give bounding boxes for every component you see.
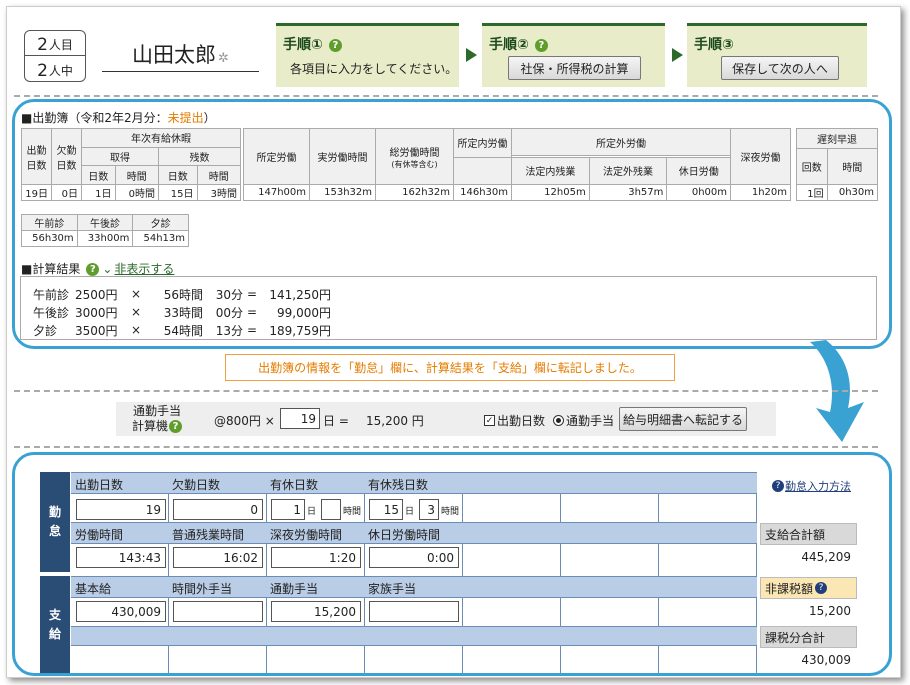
divider — [14, 390, 878, 392]
workdays-checkbox-label: 出勤日数 — [497, 414, 546, 428]
commute-result: 15,200 円 — [366, 414, 424, 428]
curved-arrow-icon — [810, 340, 864, 442]
employee-counter: 2 人目 2 人中 — [24, 30, 86, 82]
transfer-to-payslip-button[interactable]: 給与明細書へ転記する — [619, 407, 747, 431]
counter-total-unit: 人中 — [48, 64, 73, 78]
help-icon[interactable]: ? — [328, 39, 342, 52]
commute-label-line1: 通勤手当 — [133, 404, 182, 418]
help-icon[interactable]: ? — [534, 39, 548, 52]
commute-rate: @800円 × — [214, 414, 275, 428]
step-1-text: 各項目に入力をしてください。 — [290, 62, 458, 76]
step-2: 手順②? 社保・所得税の計算 — [482, 23, 665, 87]
step-1: 手順①? 各項目に入力をしてください。 — [276, 23, 459, 87]
help-icon[interactable]: ? — [169, 420, 183, 433]
commute-days-input[interactable]: 19 — [280, 408, 320, 429]
step-2-title: 手順② — [489, 37, 529, 53]
counter-current: 2 — [37, 35, 48, 55]
commute-radio[interactable] — [553, 415, 564, 426]
step-3: 手順③ 保存して次の人へ — [687, 23, 867, 87]
highlight-attendance — [12, 99, 892, 349]
highlight-payroll — [12, 452, 892, 676]
commute-label: 通勤手当 計算機? — [132, 404, 183, 434]
employee-name-text: 山田太郎 — [132, 43, 217, 67]
divider — [14, 95, 878, 97]
calc-insurance-tax-button[interactable]: 社保・所得税の計算 — [508, 56, 641, 80]
commute-calculator: 通勤手当 計算機? @800円 × 19 日 = 15,200 円 ✓ 出勤日数 通… — [116, 402, 776, 436]
transfer-notice: 出勤簿の情報を「勤怠」欄に、計算結果を「支給」欄に転記しました。 — [225, 354, 675, 381]
save-next-button[interactable]: 保存して次の人へ — [721, 56, 839, 80]
commute-unit: 日 = — [323, 414, 349, 428]
step-arrow-icon — [672, 48, 683, 62]
divider — [14, 446, 878, 448]
commute-label-line2: 計算機 — [132, 419, 169, 433]
step-arrow-icon — [466, 48, 477, 62]
gear-icon[interactable]: ✲ — [218, 51, 229, 66]
commute-radio-label: 通勤手当 — [566, 414, 615, 428]
employee-name: 山田太郎 ✲ — [102, 38, 259, 72]
workdays-checkbox-row: ✓ 出勤日数 — [484, 412, 545, 429]
step-1-title: 手順① — [283, 37, 323, 53]
step-3-title: 手順③ — [694, 37, 734, 53]
counter-current-unit: 人目 — [48, 38, 73, 52]
workdays-checkbox[interactable]: ✓ — [484, 415, 495, 426]
commute-radio-row: 通勤手当 — [553, 412, 614, 429]
counter-total: 2 — [37, 61, 48, 81]
